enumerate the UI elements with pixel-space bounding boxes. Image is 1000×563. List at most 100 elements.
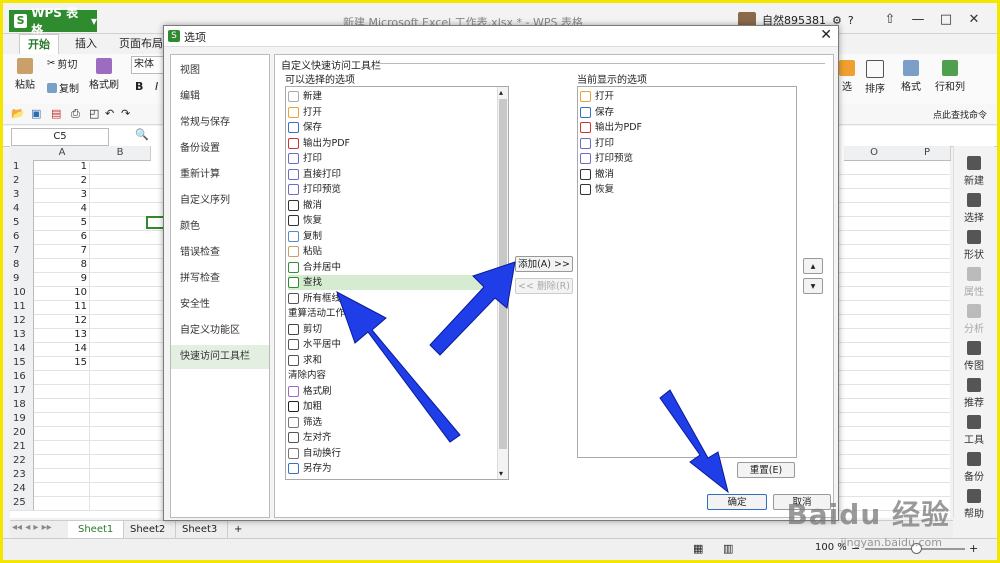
cell[interactable] <box>34 482 90 496</box>
row-number[interactable]: 16 <box>10 370 34 384</box>
list-item[interactable]: 所有框线 <box>288 291 341 306</box>
list-item[interactable]: 新建 <box>288 89 322 104</box>
cell[interactable] <box>34 468 90 482</box>
undo-icon[interactable]: ↶ <box>105 107 114 120</box>
move-down-button[interactable]: ▾ <box>803 278 823 294</box>
cell[interactable] <box>34 384 90 398</box>
format-button[interactable]: 格式 <box>901 60 921 93</box>
options-nav-item[interactable]: 备份设置 <box>171 137 269 161</box>
command-search[interactable]: 点此查找命令 <box>933 108 987 121</box>
list-item[interactable]: 打印 <box>288 151 322 166</box>
list-item[interactable]: 清除内容 <box>288 368 326 383</box>
print-preview-icon[interactable]: ◰ <box>89 107 99 120</box>
open-icon[interactable]: 📂 <box>11 107 25 120</box>
column-header[interactable]: A <box>34 146 91 161</box>
list-item[interactable]: 保存 <box>288 120 322 135</box>
font-name-box[interactable]: 宋体 <box>131 56 167 74</box>
sheet-nav-arrows-icon[interactable]: ◂◂ ◂ ▸ ▸▸ <box>12 522 52 533</box>
maximize-button[interactable]: □ <box>933 9 959 29</box>
row-number[interactable]: 21 <box>10 440 34 454</box>
wps-menu-button[interactable]: S WPS 表格 ▾ <box>9 6 97 37</box>
options-nav-item[interactable]: 拼写检查 <box>171 267 269 291</box>
minimize-button[interactable]: — <box>905 9 931 29</box>
row-number[interactable]: 20 <box>10 426 34 440</box>
cell[interactable]: 15 <box>34 356 90 370</box>
sidebar-item[interactable]: 推荐 <box>954 378 994 409</box>
row-number[interactable]: 4 <box>10 202 34 216</box>
row-number[interactable]: 6 <box>10 230 34 244</box>
scroll-down-icon[interactable]: ▾ <box>499 469 503 478</box>
cell[interactable]: 13 <box>34 328 90 342</box>
list-item[interactable]: 输出为PDF <box>288 136 350 151</box>
options-nav-item[interactable]: 颜色 <box>171 215 269 239</box>
paste-button[interactable]: 粘贴 <box>15 58 35 91</box>
column-header[interactable]: B <box>90 146 151 161</box>
copy-button[interactable]: 复制 <box>47 80 79 95</box>
list-item[interactable]: 打印预览 <box>580 151 633 166</box>
list-item[interactable]: 直接打印 <box>288 167 341 182</box>
row-number[interactable]: 18 <box>10 398 34 412</box>
add-button[interactable]: 添加(A) >> <box>515 256 573 272</box>
sidebar-item[interactable]: 选择 <box>954 193 994 224</box>
cell[interactable]: 7 <box>34 244 90 258</box>
sidebar-item[interactable]: 工具 <box>954 415 994 446</box>
list-item[interactable]: 合并居中 <box>288 260 341 275</box>
cell[interactable]: 12 <box>34 314 90 328</box>
close-icon[interactable]: ✕ <box>820 27 832 43</box>
cell[interactable] <box>34 412 90 426</box>
zoom-in-button[interactable]: + <box>969 542 978 555</box>
redo-icon[interactable]: ↷ <box>121 107 130 120</box>
options-nav-item[interactable]: 视图 <box>171 59 269 83</box>
tab-insert[interactable]: 插入 <box>67 34 105 54</box>
sidebar-item[interactable]: 备份 <box>954 452 994 483</box>
cell[interactable] <box>34 454 90 468</box>
options-nav-item[interactable]: 自定义序列 <box>171 189 269 213</box>
ok-button[interactable]: 确定 <box>707 494 767 510</box>
row-number[interactable]: 19 <box>10 412 34 426</box>
cell[interactable]: 2 <box>34 174 90 188</box>
row-number[interactable]: 3 <box>10 188 34 202</box>
sidebar-item[interactable]: 帮助 <box>954 489 994 520</box>
close-window-button[interactable]: ✕ <box>961 9 987 29</box>
list-item[interactable]: 撤消 <box>288 198 322 213</box>
row-number[interactable]: 13 <box>10 328 34 342</box>
list-item[interactable]: 格式刷 <box>288 384 332 399</box>
list-item[interactable]: 左对齐 <box>288 430 332 445</box>
cell[interactable] <box>34 426 90 440</box>
scroll-up-icon[interactable]: ▴ <box>499 88 503 97</box>
row-number[interactable]: 22 <box>10 454 34 468</box>
row-number[interactable]: 17 <box>10 384 34 398</box>
row-number[interactable]: 15 <box>10 356 34 370</box>
cell[interactable]: 10 <box>34 286 90 300</box>
options-nav-item[interactable]: 安全性 <box>171 293 269 317</box>
list-item[interactable]: 筛选 <box>288 415 322 430</box>
cell[interactable]: 4 <box>34 202 90 216</box>
scroll-thumb[interactable] <box>499 99 507 449</box>
tab-sheet2[interactable]: Sheet2 <box>120 521 177 539</box>
list-item[interactable]: 重算活动工作表 <box>288 306 355 321</box>
options-nav-item[interactable]: 重新计算 <box>171 163 269 187</box>
print-icon[interactable]: ⎙ <box>71 107 80 121</box>
sidebar-item[interactable]: 形状 <box>954 230 994 261</box>
row-number[interactable]: 1 <box>10 160 34 174</box>
cell[interactable] <box>34 370 90 384</box>
cell[interactable]: 11 <box>34 300 90 314</box>
row-number[interactable]: 11 <box>10 300 34 314</box>
rows-columns-button[interactable]: 行和列 <box>935 60 965 93</box>
options-nav-item[interactable]: 常规与保存 <box>171 111 269 135</box>
tab-home[interactable]: 开始 <box>19 34 59 55</box>
list-item[interactable]: 打开 <box>288 105 322 120</box>
list-item[interactable]: 水平居中 <box>288 337 341 352</box>
restore-window-icon[interactable]: ⇧ <box>877 9 903 29</box>
list-item[interactable]: 加粗 <box>288 399 322 414</box>
sidebar-item[interactable]: 属性 <box>954 267 994 298</box>
remove-button[interactable]: << 删除(R) <box>515 278 573 294</box>
row-number[interactable]: 7 <box>10 244 34 258</box>
options-nav-item[interactable]: 快速访问工具栏 <box>171 345 269 369</box>
cell[interactable]: 9 <box>34 272 90 286</box>
options-nav-item[interactable]: 错误检查 <box>171 241 269 265</box>
page-view-icon[interactable]: ▥ <box>723 542 733 555</box>
cell[interactable]: 3 <box>34 188 90 202</box>
sidebar-item[interactable]: 分析 <box>954 304 994 335</box>
cell[interactable]: 5 <box>34 216 90 230</box>
